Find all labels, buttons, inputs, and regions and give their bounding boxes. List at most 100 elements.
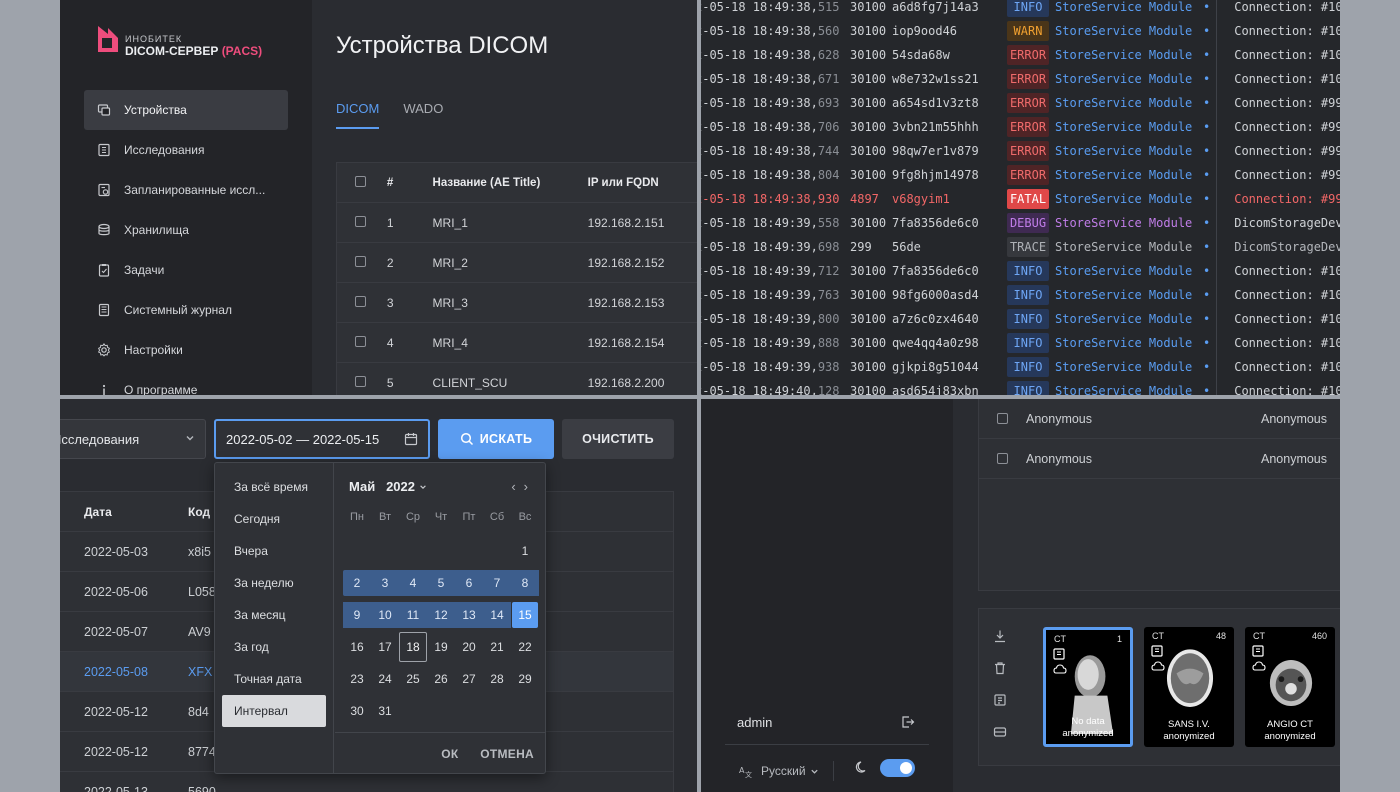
logout-icon[interactable] [901, 715, 915, 729]
log-row[interactable]: 2-05-18 18:49:38,671 30100 w8e732w1ss21 ERR… [701, 67, 1340, 91]
search-button[interactable]: ИСКАТЬ [438, 419, 554, 459]
log-row[interactable]: 2-05-18 18:49:39,800 30100 a7z6c0zx4640 INF… [701, 307, 1340, 331]
calendar-day[interactable]: 15 [512, 602, 538, 628]
log-row[interactable]: 2-05-18 18:49:38,515 30100 a6d8fg7j14a3 INF… [701, 0, 1340, 19]
sidebar-item-7[interactable]: О программе [84, 370, 288, 395]
calendar-day[interactable]: 18 [399, 632, 427, 662]
preset-option[interactable]: За год [222, 631, 326, 663]
log-row[interactable]: 2-05-18 18:49:38,628 30100 54sda68w ERROR St… [701, 43, 1340, 67]
prev-month-icon[interactable]: ‹ [511, 479, 523, 494]
preset-option[interactable]: Интервал [222, 695, 326, 727]
log-row[interactable]: 2-05-18 18:49:39,888 30100 qwe4qq4a0z98 INF… [701, 331, 1340, 355]
calendar-day[interactable]: 5 [427, 570, 455, 596]
row-checkbox[interactable] [997, 413, 1008, 424]
row-checkbox[interactable] [997, 453, 1008, 464]
log-row[interactable]: 2-05-18 18:49:38,560 30100 iop9ood46 WARN St… [701, 19, 1340, 43]
log-row[interactable]: 2-05-18 18:49:38,804 30100 9fg8hjm14978 ERR… [701, 163, 1340, 187]
sidebar-item-2[interactable]: Запланированные иссл... [84, 170, 288, 210]
log-row[interactable]: 2-05-18 18:49:38,706 30100 3vbn21m55hhh ERR… [701, 115, 1340, 139]
row-checkbox[interactable] [355, 255, 366, 267]
calendar-day[interactable]: 17 [371, 631, 399, 663]
sidebar-item-1[interactable]: Исследования [84, 130, 288, 170]
calendar-day[interactable]: 26 [427, 663, 455, 695]
patient-row[interactable]: Anonymous Anonymous [979, 399, 1340, 439]
log-row[interactable]: 2-05-18 18:49:38,930 4897 v68gyim1 FATAL Sto… [701, 187, 1340, 211]
calendar-day[interactable]: 12 [427, 602, 455, 628]
log-row[interactable]: 2-05-18 18:49:39,698 299 56de TRACE StoreSer… [701, 235, 1340, 259]
table-row[interactable]: 1 MRI_1 192.168.2.151 [337, 203, 697, 243]
log-row[interactable]: 2-05-18 18:49:38,693 30100 a654sd1v3zt8 ERR… [701, 91, 1340, 115]
calendar-day[interactable]: 4 [399, 570, 427, 596]
table-row[interactable]: 4 MRI_4 192.168.2.154 [337, 323, 697, 363]
calendar-day[interactable]: 9 [343, 602, 371, 628]
calendar-day[interactable]: 27 [455, 663, 483, 695]
log-row[interactable]: 2-05-18 18:49:39,558 30100 7fa8356de6c0 DEB… [701, 211, 1340, 235]
language-select[interactable]: A文 Русский [739, 761, 834, 781]
month-year-select[interactable]: Май 2022 [349, 479, 427, 494]
calendar-day[interactable]: 11 [399, 602, 427, 628]
next-month-icon[interactable]: › [524, 479, 536, 494]
tab-dicom[interactable]: DICOM [336, 101, 380, 129]
calendar-day[interactable]: 3 [371, 570, 399, 596]
sidebar-item-3[interactable]: Хранилища [84, 210, 288, 250]
calendar-day[interactable]: 16 [343, 631, 371, 663]
study-type-select[interactable]: Исследования [60, 419, 206, 459]
row-checkbox[interactable] [355, 335, 366, 347]
download-icon[interactable] [993, 629, 1007, 643]
calendar-day[interactable]: 28 [483, 663, 511, 695]
preset-option[interactable]: За неделю [222, 567, 326, 599]
calendar-day[interactable]: 1 [511, 535, 539, 567]
table-row[interactable]: 2022-05-13 5690 [60, 772, 673, 792]
calendar-day[interactable]: 10 [371, 602, 399, 628]
col-ae-title[interactable]: Название (AE Title) [433, 177, 588, 189]
series-thumbnail[interactable]: CT 48 SANS I.V. anonymized [1144, 627, 1234, 747]
sidebar-item-0[interactable]: Устройства [84, 90, 288, 130]
sidebar-item-6[interactable]: Настройки [84, 330, 288, 370]
series-thumbnail[interactable]: CT 1 No data anonymized [1043, 627, 1133, 747]
row-checkbox[interactable] [355, 215, 366, 227]
calendar-day[interactable]: 30 [343, 695, 371, 727]
calendar-day[interactable]: 20 [455, 631, 483, 663]
calendar-day[interactable]: 22 [511, 631, 539, 663]
preset-option[interactable]: Точная дата [222, 663, 326, 695]
calendar-day[interactable]: 23 [343, 663, 371, 695]
select-all-checkbox[interactable] [355, 175, 366, 187]
col-date[interactable]: Дата [60, 505, 188, 519]
calendar-day[interactable]: 7 [483, 570, 511, 596]
log-row[interactable]: 2-05-18 18:49:39,938 30100 gjkpi8g51044 INF… [701, 355, 1340, 379]
calendar-day[interactable]: 29 [511, 663, 539, 695]
log-row[interactable]: 2-05-18 18:49:38,744 30100 98qw7er1v879 ERR… [701, 139, 1340, 163]
calendar-day[interactable]: 21 [483, 631, 511, 663]
preset-option[interactable]: Сегодня [222, 503, 326, 535]
series-thumbnail[interactable]: CT 460 ANGIO CT anonymized [1245, 627, 1335, 747]
cancel-button[interactable]: ОТМЕНА [480, 747, 534, 761]
col-ip[interactable]: IP или FQDN [588, 177, 697, 189]
calendar-day[interactable]: 14 [483, 602, 511, 628]
col-number[interactable]: # [387, 177, 433, 189]
sidebar-item-5[interactable]: Системный журнал [84, 290, 288, 330]
row-checkbox[interactable] [355, 375, 366, 387]
log-row[interactable]: 2-05-18 18:49:39,712 30100 7fa8356de6c0 INF… [701, 259, 1340, 283]
clear-button[interactable]: ОЧИСТИТЬ [562, 419, 674, 459]
table-row[interactable]: 5 CLIENT_SCU 192.168.2.200 [337, 363, 697, 395]
patient-row[interactable]: Anonymous Anonymous [979, 439, 1340, 479]
table-row[interactable]: 2 MRI_2 192.168.2.152 [337, 243, 697, 283]
dark-mode-toggle[interactable] [880, 759, 915, 777]
row-checkbox[interactable] [355, 295, 366, 307]
calendar-day[interactable]: 31 [371, 695, 399, 727]
calendar-day[interactable]: 13 [455, 602, 483, 628]
anonymize-icon[interactable] [993, 693, 1007, 707]
date-range-input[interactable]: 2022-05-02 — 2022-05-15 [214, 419, 430, 459]
calendar-day[interactable]: 19 [427, 631, 455, 663]
ok-button[interactable]: ОК [441, 747, 458, 761]
calendar-day[interactable]: 8 [511, 570, 539, 596]
preset-option[interactable]: Вчера [222, 535, 326, 567]
sidebar-item-4[interactable]: Задачи [84, 250, 288, 290]
preset-option[interactable]: За месяц [222, 599, 326, 631]
preset-option[interactable]: За всё время [222, 471, 326, 503]
log-row[interactable]: 2-05-18 18:49:40,128 30100 asd654j83xbn INF… [701, 379, 1340, 395]
calendar-day[interactable]: 2 [343, 570, 371, 596]
calendar-day[interactable]: 25 [399, 663, 427, 695]
trash-icon[interactable] [993, 661, 1007, 675]
storage-icon[interactable] [993, 725, 1007, 739]
